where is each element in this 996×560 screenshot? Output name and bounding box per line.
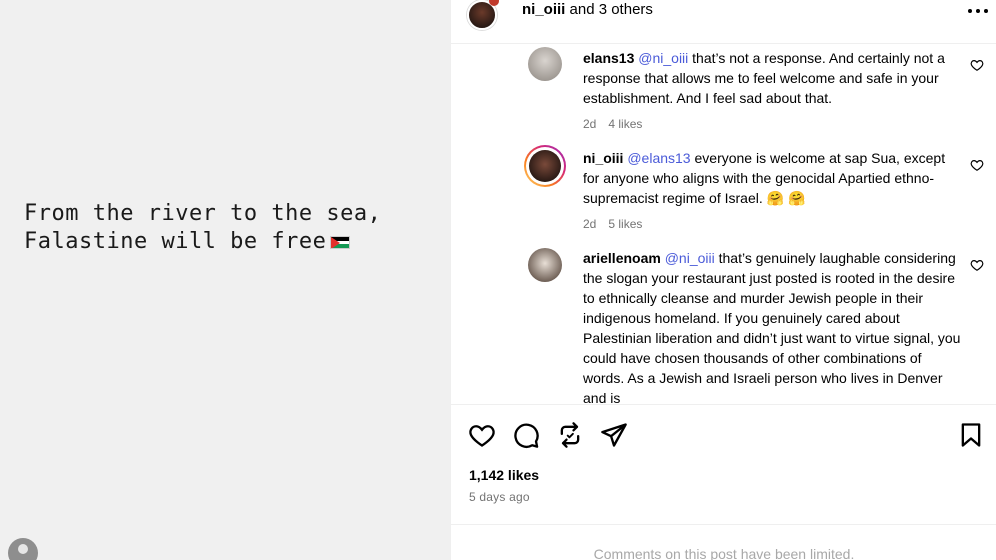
heart-icon[interactable] (970, 258, 984, 272)
likes-count[interactable]: 1,142 likes (469, 467, 539, 483)
comment-text: ariellenoam @ni_oiii that’s genuinely la… (583, 248, 963, 403)
post-header: ni_oiii and 3 others (451, 0, 996, 44)
comment-meta: 2d 4 likes (583, 117, 654, 131)
repost-icon[interactable] (556, 421, 584, 449)
heart-icon[interactable] (468, 421, 496, 449)
comment-body: that’s genuinely laughable considering t… (583, 250, 961, 403)
comment-text: ni_oiii @elans13 everyone is welcome at … (583, 148, 963, 208)
post-side-panel: ni_oiii and 3 others elans13 @ni_oiii th… (450, 0, 996, 560)
user-avatar-icon[interactable] (8, 538, 38, 560)
share-icon[interactable] (600, 421, 628, 449)
post-authors[interactable]: ni_oiii and 3 others (522, 1, 653, 18)
avatar-badge (489, 0, 499, 6)
heart-icon[interactable] (970, 58, 984, 72)
post-timestamp: 5 days ago (469, 490, 530, 504)
comment-meta: 2d 5 likes (583, 217, 654, 231)
post-text: From the river to the sea, Falastine wil… (24, 200, 381, 256)
post-image: From the river to the sea, Falastine wil… (0, 0, 450, 560)
comment-icon[interactable] (512, 421, 540, 449)
comments-limited-notice: Comments on this post have been limited. (451, 524, 996, 560)
comments-limited-text: Comments on this post have been limited. (593, 546, 855, 560)
bookmark-icon[interactable] (957, 421, 985, 449)
comment-likes[interactable]: 4 likes (608, 117, 642, 131)
post-actions: 1,142 likes 5 days ago (451, 404, 996, 524)
comment-username[interactable]: elans13 (583, 50, 634, 66)
comment-age: 2d (583, 117, 597, 131)
commenter-avatar[interactable] (524, 145, 566, 187)
more-options-icon[interactable] (968, 9, 988, 13)
comment-mention[interactable]: @ni_oiii (665, 250, 715, 266)
commenter-avatar[interactable] (528, 248, 562, 282)
comment-likes[interactable]: 5 likes (608, 217, 642, 231)
post-text-line1: From the river to the sea, (24, 201, 382, 226)
commenter-avatar[interactable] (528, 47, 562, 81)
coauthors-text[interactable]: and 3 others (565, 1, 653, 18)
palestine-flag-icon (330, 236, 351, 249)
comment-age: 2d (583, 217, 597, 231)
author-username[interactable]: ni_oiii (522, 1, 565, 18)
heart-icon[interactable] (970, 158, 984, 172)
comment-text: elans13 @ni_oiii that’s not a response. … (583, 48, 963, 108)
comment-username[interactable]: ariellenoam (583, 250, 661, 266)
comments-list[interactable]: elans13 @ni_oiii that’s not a response. … (451, 45, 996, 403)
comment-mention[interactable]: @ni_oiii (638, 50, 688, 66)
comment-username[interactable]: ni_oiii (583, 150, 623, 166)
post-text-line2: Falastine will be free (24, 229, 327, 254)
comment-mention[interactable]: @elans13 (627, 150, 690, 166)
